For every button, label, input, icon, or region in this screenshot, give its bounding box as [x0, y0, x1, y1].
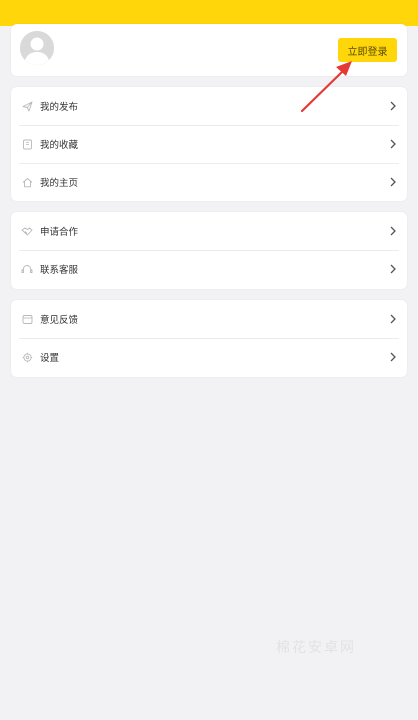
chevron-right-icon — [390, 314, 396, 324]
menu-item-label: 联系客服 — [40, 265, 79, 276]
chevron-right-icon — [390, 101, 396, 111]
chevron-right-icon — [390, 226, 396, 236]
menu-item-apply-cooperation[interactable]: 申请合作 — [11, 212, 407, 250]
headset-icon — [21, 263, 33, 275]
menu-item-my-homepage[interactable]: 我的主页 — [11, 163, 407, 201]
chevron-right-icon — [390, 139, 396, 149]
menu-item-contact-support[interactable]: 联系客服 — [11, 250, 407, 288]
handshake-icon — [21, 225, 33, 237]
menu-group-service: 申请合作 联系客服 — [11, 212, 407, 289]
menu-item-feedback[interactable]: 意见反馈 — [11, 300, 407, 338]
menu-item-my-posts[interactable]: 我的发布 — [11, 87, 407, 125]
watermark: 棉花安卓网 — [276, 640, 356, 656]
login-button[interactable]: 立即登录 — [338, 38, 397, 62]
chevron-right-icon — [390, 264, 396, 274]
bookmark-icon — [21, 138, 33, 150]
header-band — [0, 0, 418, 26]
default-user-avatar-icon — [20, 31, 54, 65]
avatar[interactable] — [20, 31, 54, 65]
menu-group-content: 我的发布 我的收藏 我的主页 — [11, 87, 407, 201]
send-icon — [21, 100, 33, 112]
home-icon — [21, 176, 33, 188]
gear-icon — [21, 351, 33, 363]
menu-item-label: 设置 — [40, 353, 60, 364]
profile-card: 立即登录 — [11, 24, 407, 76]
menu-group-settings: 意见反馈 设置 — [11, 300, 407, 377]
menu-item-label: 申请合作 — [40, 227, 79, 238]
menu-item-label: 我的主页 — [40, 178, 79, 189]
menu-item-label: 我的发布 — [40, 102, 79, 113]
feedback-icon — [21, 313, 33, 325]
menu-item-label: 我的收藏 — [40, 140, 79, 151]
menu-item-label: 意见反馈 — [40, 315, 79, 326]
menu-item-my-favorites[interactable]: 我的收藏 — [11, 125, 407, 163]
menu-item-settings[interactable]: 设置 — [11, 338, 407, 376]
chevron-right-icon — [390, 177, 396, 187]
chevron-right-icon — [390, 352, 396, 362]
